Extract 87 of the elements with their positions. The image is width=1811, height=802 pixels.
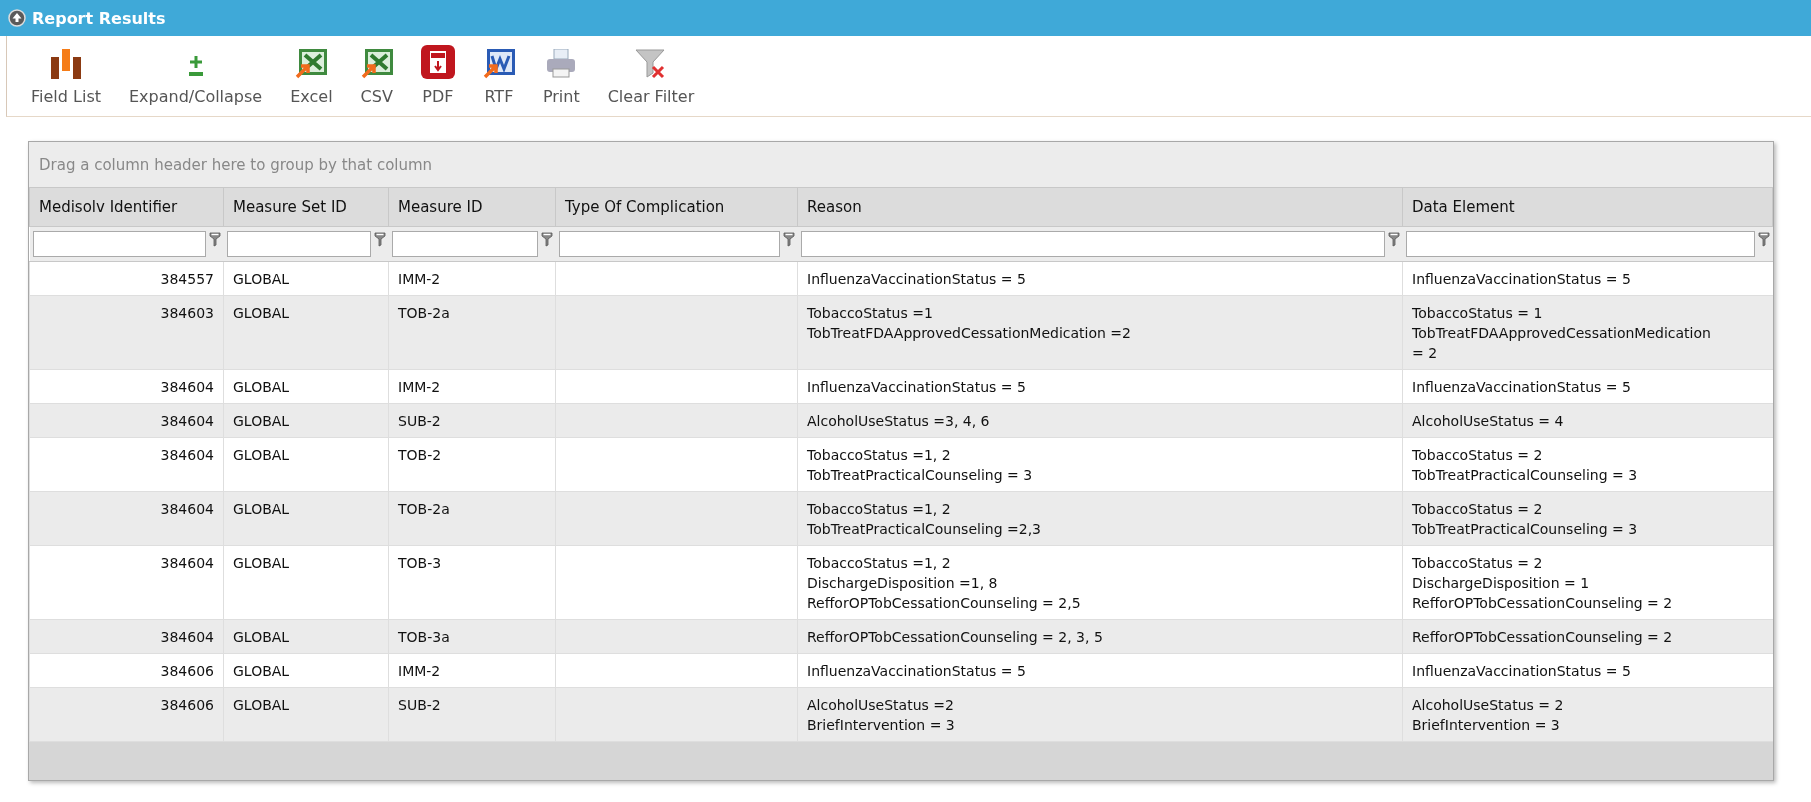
table-cell: TOB-2a bbox=[388, 295, 556, 370]
column-header[interactable]: Type Of Complication bbox=[555, 188, 798, 227]
table-cell: IMM-2 bbox=[388, 261, 556, 296]
pdf-icon bbox=[420, 45, 455, 79]
plus-minus-icon bbox=[187, 55, 204, 79]
toolbar-button[interactable]: Excel bbox=[276, 49, 347, 116]
panel-title: Report Results bbox=[32, 8, 166, 28]
table-cell: GLOBAL bbox=[223, 653, 389, 688]
filter-field[interactable] bbox=[800, 231, 1385, 257]
table-cell: 384604 bbox=[29, 369, 224, 404]
table-cell: TOB-3 bbox=[388, 545, 556, 620]
printer-icon bbox=[545, 49, 578, 79]
toolbar-button[interactable]: Print bbox=[528, 49, 594, 116]
filter-field[interactable] bbox=[1405, 231, 1755, 257]
toolbar-button[interactable]: Clear Filter bbox=[593, 49, 709, 116]
table-cell: 384606 bbox=[29, 653, 224, 688]
table-cell: SUB-2 bbox=[388, 403, 556, 438]
table-cell: InfluenzaVaccinationStatus = 5 bbox=[797, 261, 1403, 296]
filter-field[interactable] bbox=[32, 231, 206, 257]
table-cell: TobaccoStatus =1, 2 DischargeDisposition =1, 8 RefforOPTobCessationCounseling = 2,5 bbox=[797, 545, 1403, 620]
table-cell: 384604 bbox=[29, 619, 224, 654]
table-cell: IMM-2 bbox=[388, 653, 556, 688]
table-cell: InfluenzaVaccinationStatus = 5 bbox=[1402, 369, 1773, 404]
table-cell: TobaccoStatus = 1 TobTreatFDAApprovedCessationMedication = 2 bbox=[1402, 295, 1773, 370]
table-cell: InfluenzaVaccinationStatus = 5 bbox=[1402, 261, 1773, 296]
table-cell: GLOBAL bbox=[223, 437, 389, 492]
table-cell: TOB-2a bbox=[388, 491, 556, 546]
toolbar-button[interactable]: CSV bbox=[346, 49, 407, 116]
column-header[interactable]: Measure ID bbox=[388, 188, 556, 227]
table-cell: GLOBAL bbox=[223, 261, 389, 296]
table-cell: AlcoholUseStatus = 2 BriefIntervention = 3 bbox=[1402, 687, 1773, 742]
filter-field[interactable] bbox=[226, 231, 371, 257]
clear-filter-icon bbox=[634, 49, 667, 79]
table-cell: GLOBAL bbox=[223, 545, 389, 620]
table-cell: InfluenzaVaccinationStatus = 5 bbox=[1402, 653, 1773, 688]
table-cell: 384606 bbox=[29, 687, 224, 742]
table-cell: TobaccoStatus =1, 2 TobTreatPracticalCounseling =2,3 bbox=[797, 491, 1403, 546]
table-cell: GLOBAL bbox=[223, 295, 389, 370]
table-cell: 384604 bbox=[29, 403, 224, 438]
group-hint: Drag a column header here to group by that column bbox=[39, 155, 433, 174]
filter-icon[interactable] bbox=[782, 232, 795, 247]
table-cell: TOB-3a bbox=[388, 619, 556, 654]
table-cell: TobaccoStatus =1 TobTreatFDAApprovedCessationMedication =2 bbox=[797, 295, 1403, 370]
toolbar-button[interactable]: Field List bbox=[17, 49, 115, 116]
table-cell: 384557 bbox=[29, 261, 224, 296]
column-header[interactable]: Data Element bbox=[1402, 188, 1773, 227]
table-cell: 384604 bbox=[29, 437, 224, 492]
table-cell: TobaccoStatus =1, 2 TobTreatPracticalCounseling = 3 bbox=[797, 437, 1403, 492]
filter-icon[interactable] bbox=[1757, 232, 1770, 247]
table-cell: GLOBAL bbox=[223, 491, 389, 546]
toolbar-button[interactable]: RTF bbox=[468, 49, 529, 116]
table-cell: GLOBAL bbox=[223, 619, 389, 654]
spreadsheet-export-icon bbox=[360, 49, 393, 79]
table-cell: TobaccoStatus = 2 TobTreatPracticalCounseling = 3 bbox=[1402, 491, 1773, 546]
filter-icon[interactable] bbox=[373, 232, 386, 247]
filter-icon[interactable] bbox=[1387, 232, 1400, 247]
table-cell: InfluenzaVaccinationStatus = 5 bbox=[797, 653, 1403, 688]
column-header[interactable]: Measure Set ID bbox=[223, 188, 389, 227]
bars-icon bbox=[49, 49, 83, 79]
filter-icon[interactable] bbox=[540, 232, 553, 247]
table-cell: TobaccoStatus = 2 DischargeDisposition = 1 RefforOPTobCessationCounseling = 2 bbox=[1402, 545, 1773, 620]
table-cell: TOB-2 bbox=[388, 437, 556, 492]
table-cell: 384603 bbox=[29, 295, 224, 370]
collapse-icon[interactable] bbox=[8, 9, 26, 27]
table-cell: AlcoholUseStatus =3, 4, 6 bbox=[797, 403, 1403, 438]
filter-field[interactable] bbox=[391, 231, 538, 257]
column-header[interactable]: Medisolv Identifier bbox=[29, 188, 224, 227]
toolbar-button[interactable]: PDF bbox=[406, 45, 469, 116]
column-header[interactable]: Reason bbox=[797, 188, 1403, 227]
table-cell: RefforOPTobCessationCounseling = 2, 3, 5 bbox=[797, 619, 1403, 654]
table-cell: AlcoholUseStatus = 4 bbox=[1402, 403, 1773, 438]
table-cell: SUB-2 bbox=[388, 687, 556, 742]
table-cell: GLOBAL bbox=[223, 687, 389, 742]
document-export-icon bbox=[482, 49, 515, 79]
table-cell: RefforOPTobCessationCounseling = 2 bbox=[1402, 619, 1773, 654]
table-cell: GLOBAL bbox=[223, 369, 389, 404]
table-cell: 384604 bbox=[29, 491, 224, 546]
table-cell: InfluenzaVaccinationStatus = 5 bbox=[797, 369, 1403, 404]
table-cell: GLOBAL bbox=[223, 403, 389, 438]
table-cell: AlcoholUseStatus =2 BriefIntervention = 3 bbox=[797, 687, 1403, 742]
table-cell: TobaccoStatus = 2 TobTreatPracticalCounseling = 3 bbox=[1402, 437, 1773, 492]
table-cell: IMM-2 bbox=[388, 369, 556, 404]
filter-field[interactable] bbox=[558, 231, 780, 257]
filter-icon[interactable] bbox=[208, 232, 221, 247]
toolbar-button[interactable]: Expand/Collapse bbox=[115, 55, 277, 116]
spreadsheet-export-icon bbox=[295, 49, 328, 79]
table-cell: 384604 bbox=[29, 545, 224, 620]
